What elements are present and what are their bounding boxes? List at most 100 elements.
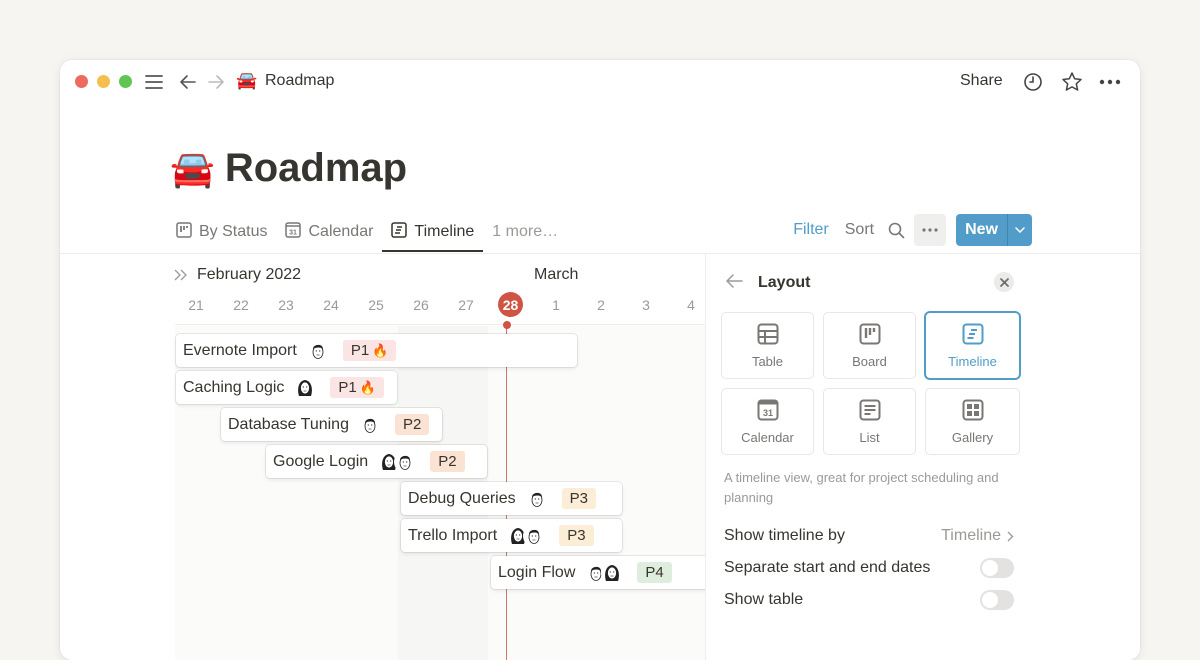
view-tabs: By Status 31 Calendar Timeline 1 more… bbox=[170, 212, 567, 252]
priority-label: P2 bbox=[402, 416, 422, 433]
view-toolbar: Filter Sort New bbox=[785, 214, 1032, 246]
priority-tag: P1 🔥 bbox=[330, 377, 384, 398]
tab-more-views[interactable]: 1 more… bbox=[483, 212, 567, 252]
app-window: 🚘 Roadmap Share 🚘 Roadmap By Status 31 C… bbox=[60, 60, 1140, 660]
page-title-text[interactable]: Roadmap bbox=[225, 146, 407, 191]
layout-option-label: Gallery bbox=[951, 429, 994, 445]
page-title[interactable]: 🚘 Roadmap bbox=[170, 146, 407, 191]
priority-tag: P3 bbox=[561, 488, 596, 509]
page-emoji-icon[interactable]: 🚘 bbox=[170, 148, 215, 190]
avatar-icon bbox=[294, 376, 317, 399]
show-table-row: Show table bbox=[724, 588, 1014, 612]
priority-tag: P1 🔥 bbox=[342, 340, 397, 361]
show-timeline-by-value[interactable]: Timeline bbox=[941, 527, 1014, 545]
timeline-item-name: Debug Queries bbox=[408, 489, 516, 507]
day-label: 3 bbox=[642, 297, 650, 313]
today-date-badge: 28 bbox=[498, 292, 523, 317]
day-label: 4 bbox=[687, 297, 695, 313]
back-arrow-icon[interactable] bbox=[726, 274, 744, 293]
priority-tag: P3 bbox=[559, 525, 594, 546]
timeline-item[interactable]: Login Flow P4 bbox=[491, 556, 705, 589]
favorite-star-icon[interactable] bbox=[1061, 70, 1083, 94]
priority-label: P3 bbox=[567, 527, 586, 544]
close-window-button[interactable] bbox=[75, 75, 88, 88]
assignee-avatars bbox=[507, 524, 546, 547]
separate-dates-row: Separate start and end dates bbox=[724, 556, 1014, 580]
table-icon bbox=[757, 323, 779, 350]
svg-text:31: 31 bbox=[290, 229, 298, 236]
tab-calendar[interactable]: 31 Calendar bbox=[276, 212, 382, 252]
timeline-item[interactable]: Trello Import P3 bbox=[401, 519, 622, 552]
priority-label: P3 bbox=[569, 490, 588, 507]
today-marker-dot bbox=[503, 321, 511, 329]
maximize-window-button[interactable] bbox=[119, 75, 132, 88]
day-label: 27 bbox=[458, 297, 474, 313]
timeline-item[interactable]: Evernote Import P1 🔥 bbox=[176, 334, 577, 367]
layout-option-label: List bbox=[859, 429, 880, 445]
assignee-avatars bbox=[306, 339, 329, 362]
minimize-window-button[interactable] bbox=[97, 75, 110, 88]
priority-tag: P2 bbox=[430, 451, 465, 472]
calendar-icon: 31 bbox=[757, 399, 779, 426]
priority-tag: P2 bbox=[394, 414, 430, 435]
assignee-avatars bbox=[358, 413, 381, 436]
day-label: 23 bbox=[278, 297, 294, 313]
layout-option-calendar[interactable]: 31 Calendar bbox=[722, 389, 813, 454]
title-bar: 🚘 Roadmap Share bbox=[60, 60, 1140, 104]
timeline-item[interactable]: Caching Logic P1 🔥 bbox=[176, 371, 397, 404]
more-view-options-icon[interactable] bbox=[914, 214, 947, 246]
breadcrumb-page-title[interactable]: Roadmap bbox=[265, 72, 334, 90]
priority-label: P4 bbox=[645, 564, 664, 581]
new-button[interactable]: New bbox=[956, 214, 1032, 246]
show-table-toggle[interactable] bbox=[980, 590, 1014, 610]
tab-label: Timeline bbox=[414, 223, 475, 240]
more-options-icon[interactable] bbox=[1098, 70, 1122, 94]
timeline-item[interactable]: Google Login P2 bbox=[266, 445, 487, 478]
layout-option-label: Calendar bbox=[741, 429, 794, 445]
layout-option-list[interactable]: List bbox=[824, 389, 915, 454]
timeline-item[interactable]: Database Tuning P2 bbox=[221, 408, 442, 441]
chevron-down-icon[interactable] bbox=[1007, 214, 1032, 246]
day-header-divider bbox=[175, 324, 705, 325]
separate-dates-toggle[interactable] bbox=[980, 558, 1014, 578]
close-icon[interactable] bbox=[994, 272, 1014, 292]
timeline-icon bbox=[391, 221, 408, 243]
day-label: 25 bbox=[368, 297, 384, 313]
timeline-item[interactable]: Debug Queries P3 bbox=[401, 482, 622, 515]
assignee-avatars bbox=[585, 561, 624, 584]
back-arrow-icon[interactable] bbox=[178, 70, 198, 94]
fire-icon: 🔥 bbox=[359, 379, 376, 395]
search-icon[interactable] bbox=[882, 222, 910, 239]
show-timeline-by-label: Show timeline by bbox=[724, 527, 845, 544]
layout-option-gallery[interactable]: Gallery bbox=[926, 389, 1019, 454]
timeline-item-name: Login Flow bbox=[498, 563, 576, 581]
layout-option-timeline[interactable]: Timeline bbox=[926, 313, 1019, 378]
tab-by-status[interactable]: By Status bbox=[170, 212, 276, 252]
layout-description: A timeline view, great for project sched… bbox=[724, 470, 999, 505]
panel-title: Layout bbox=[758, 274, 811, 291]
svg-text:31: 31 bbox=[762, 408, 772, 418]
gallery-icon bbox=[962, 399, 984, 426]
avatar-icon bbox=[601, 561, 624, 584]
forward-arrow-icon[interactable] bbox=[206, 70, 226, 94]
tab-timeline[interactable]: Timeline bbox=[382, 212, 484, 252]
share-button[interactable]: Share bbox=[960, 72, 1003, 90]
layout-panel: Layout Table Board Timeline 31 Calendar … bbox=[705, 254, 1140, 660]
history-clock-icon[interactable] bbox=[1022, 70, 1044, 94]
layout-option-table[interactable]: Table bbox=[722, 313, 813, 378]
priority-tag: P4 bbox=[637, 562, 672, 583]
expand-chevrons-icon[interactable] bbox=[174, 268, 188, 286]
filter-button[interactable]: Filter bbox=[785, 221, 837, 239]
timeline-icon bbox=[962, 323, 984, 350]
board-icon bbox=[859, 323, 881, 350]
calendar-icon: 31 bbox=[285, 221, 302, 243]
month-label-february: February 2022 bbox=[197, 266, 302, 283]
sort-button[interactable]: Sort bbox=[837, 221, 882, 239]
layout-option-board[interactable]: Board bbox=[824, 313, 915, 378]
show-timeline-by-row[interactable]: Show timeline by Timeline bbox=[724, 524, 1014, 548]
tab-label: By Status bbox=[199, 223, 268, 240]
avatar-icon bbox=[358, 413, 381, 436]
day-label: 21 bbox=[188, 297, 204, 313]
sidebar-menu-icon[interactable] bbox=[144, 70, 164, 94]
new-button-label[interactable]: New bbox=[956, 214, 1007, 246]
